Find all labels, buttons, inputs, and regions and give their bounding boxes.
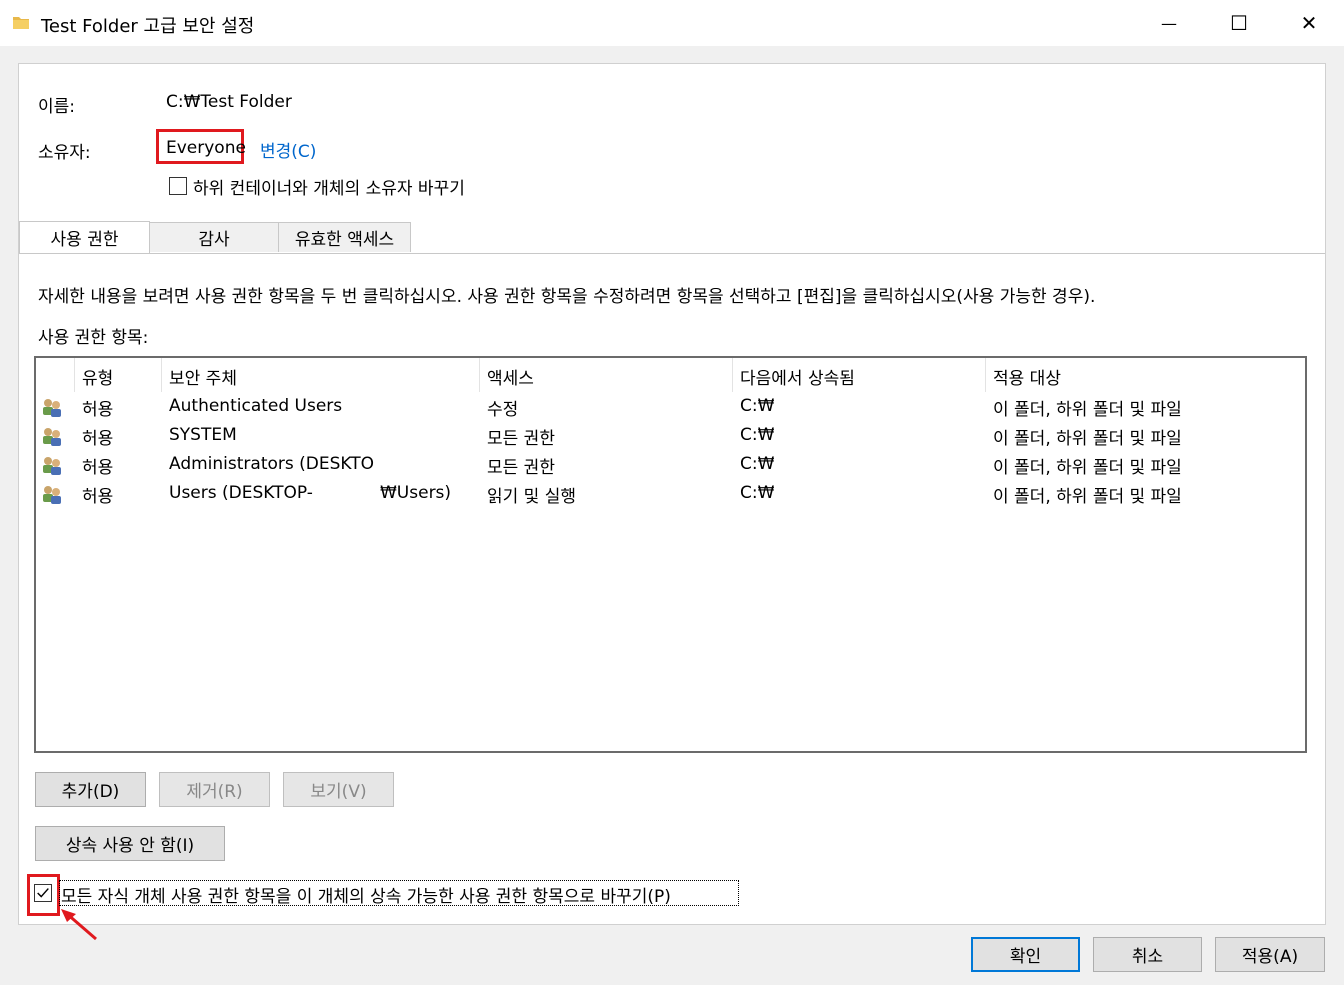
- cell-applies: 이 폴더, 하위 폴더 및 파일: [993, 400, 1182, 420]
- folder-icon: [13, 17, 29, 29]
- cell-inherited: C:₩: [740, 483, 775, 503]
- close-button[interactable]: ✕: [1274, 0, 1344, 46]
- add-button[interactable]: 추가(D): [35, 772, 146, 807]
- window-title: Test Folder 고급 보안 설정: [41, 16, 255, 37]
- cell-access: 수정: [487, 400, 519, 420]
- tab-effective-access[interactable]: 유효한 액세스: [278, 222, 411, 252]
- disable-inheritance-button[interactable]: 상속 사용 안 함(I): [35, 826, 225, 861]
- tab-permissions[interactable]: 사용 권한: [19, 221, 150, 253]
- replace-owner-checkbox[interactable]: [169, 177, 187, 195]
- tab-strip: 사용 권한 감사 유효한 액세스: [19, 221, 1325, 254]
- users-icon: [43, 457, 61, 475]
- name-value: C:₩Test Folder: [166, 92, 292, 112]
- cancel-button[interactable]: 취소: [1093, 937, 1202, 972]
- column-header-inherited-from[interactable]: 다음에서 상속됨: [740, 364, 855, 389]
- table-row[interactable]: 허용 SYSTEM 모든 권한 C:₩ 이 폴더, 하위 폴더 및 파일: [36, 422, 1305, 451]
- replace-child-permissions-checkbox[interactable]: [34, 884, 52, 902]
- cell-inherited: C:₩: [740, 425, 775, 445]
- maximize-icon: ☐: [1230, 11, 1248, 35]
- cell-inherited: C:₩: [740, 396, 775, 416]
- change-owner-link[interactable]: 변경(C): [260, 137, 316, 162]
- maximize-button[interactable]: ☐: [1204, 0, 1274, 46]
- cell-type: 허용: [82, 429, 114, 449]
- users-icon: [43, 399, 61, 417]
- owner-value: Everyone: [166, 138, 246, 158]
- annotation-arrow-icon: [61, 909, 97, 941]
- minimize-icon: —: [1161, 13, 1177, 33]
- column-header-access[interactable]: 액세스: [487, 364, 534, 389]
- cell-type: 허용: [82, 487, 114, 507]
- cell-applies: 이 폴더, 하위 폴더 및 파일: [993, 458, 1182, 478]
- column-header-type[interactable]: 유형: [82, 364, 113, 389]
- close-icon: ✕: [1300, 11, 1318, 35]
- table-row[interactable]: 허용 Authenticated Users 수정 C:₩ 이 폴더, 하위 폴…: [36, 393, 1305, 422]
- table-row[interactable]: 허용 Administrators (DESKTOP- 모든 권한 C:₩ 이 …: [36, 451, 1305, 480]
- cell-type: 허용: [82, 400, 114, 420]
- ok-button[interactable]: 확인: [971, 937, 1080, 972]
- cell-principal: Authenticated Users: [169, 396, 343, 416]
- name-label: 이름:: [38, 97, 76, 117]
- column-header-principal[interactable]: 보안 주체: [169, 364, 237, 389]
- cell-principal-suffix: ₩Users): [380, 483, 452, 503]
- cell-access: 모든 권한: [487, 458, 555, 478]
- replace-child-permissions-label: 모든 자식 개체 사용 권한 항목을 이 개체의 상속 가능한 사용 권한 항목…: [61, 887, 671, 907]
- tab-auditing[interactable]: 감사: [149, 222, 279, 252]
- cell-principal: SYSTEM: [169, 425, 237, 445]
- remove-button[interactable]: 제거(R): [159, 772, 270, 807]
- cell-principal: Users (DESKTOP-: [169, 483, 313, 503]
- cell-access: 읽기 및 실행: [487, 487, 577, 507]
- view-button[interactable]: 보기(V): [283, 772, 394, 807]
- apply-button[interactable]: 적용(A): [1215, 937, 1325, 972]
- description-text: 자세한 내용을 보려면 사용 권한 항목을 두 번 클릭하십시오. 사용 권한 …: [38, 287, 1096, 307]
- checkmark-icon: [37, 888, 49, 898]
- users-icon: [43, 486, 61, 504]
- table-row[interactable]: 허용 Users (DESKTOP- ₩Users) 읽기 및 실행 C:₩ 이…: [36, 480, 1305, 509]
- minimize-button[interactable]: —: [1134, 0, 1204, 46]
- entries-label: 사용 권한 항목:: [38, 328, 149, 348]
- users-icon: [43, 428, 61, 446]
- cell-type: 허용: [82, 458, 114, 478]
- column-header-applies-to[interactable]: 적용 대상: [993, 364, 1061, 389]
- cell-access: 모든 권한: [487, 429, 555, 449]
- cell-inherited: C:₩: [740, 454, 775, 474]
- replace-owner-label: 하위 컨테이너와 개체의 소유자 바꾸기: [193, 179, 465, 199]
- permission-entries-list[interactable]: 유형 보안 주체 액세스 다음에서 상속됨 적용 대상 허용 Authentic…: [34, 356, 1307, 753]
- owner-label: 소유자:: [38, 143, 91, 163]
- title-bar: Test Folder 고급 보안 설정 — ☐ ✕: [0, 0, 1344, 46]
- cell-applies: 이 폴더, 하위 폴더 및 파일: [993, 487, 1182, 507]
- cell-principal: Administrators (DESKTOP-: [169, 454, 375, 474]
- cell-applies: 이 폴더, 하위 폴더 및 파일: [993, 429, 1182, 449]
